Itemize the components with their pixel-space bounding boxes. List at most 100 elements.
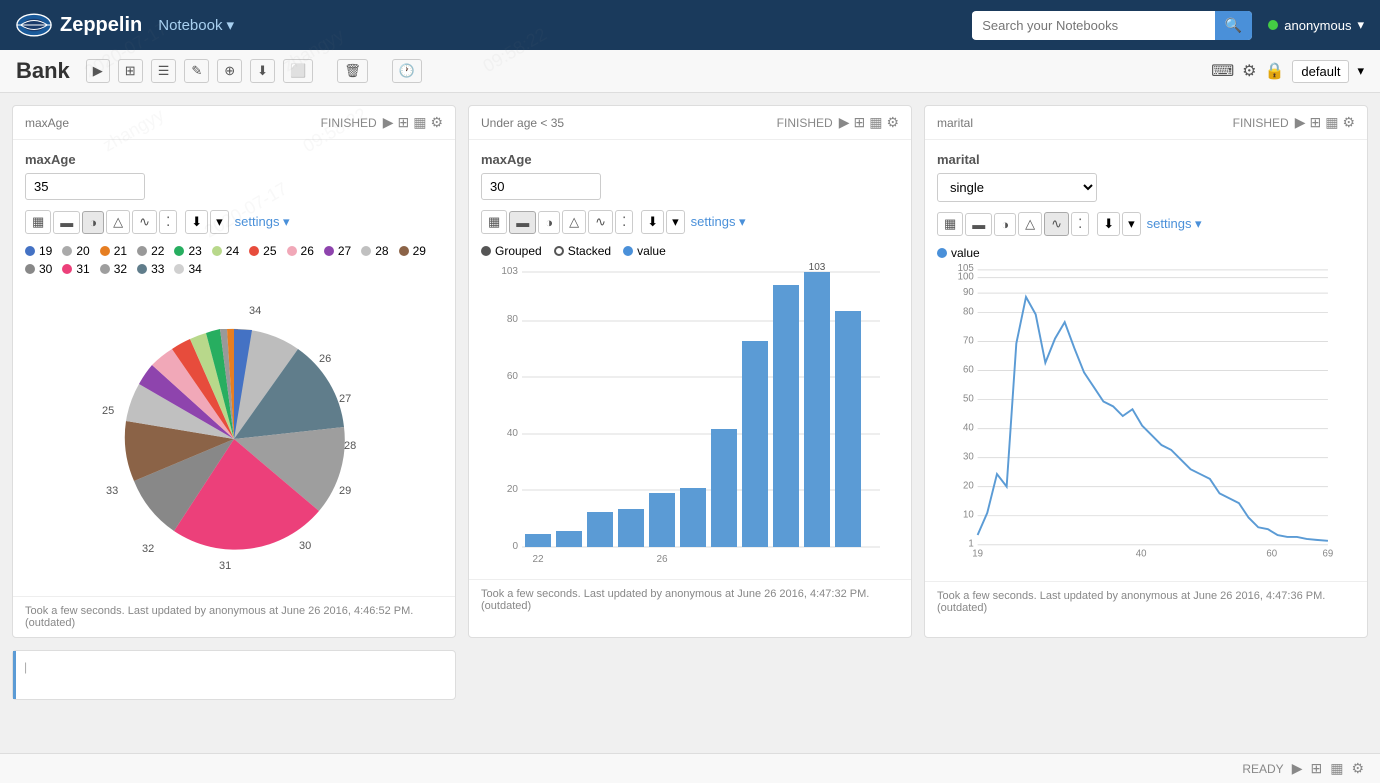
panel1-body: maxAge ▦ ▬ ◑ △ ∿ ⁚ ⬇ ▾ settings ▾ 19 — [13, 140, 455, 596]
show-hide-button[interactable]: ☰ — [151, 59, 177, 83]
panel3-settings[interactable]: ⚙ — [1342, 114, 1355, 131]
run-all-paragraphs-button[interactable]: ⊞ — [118, 59, 143, 83]
ct1-line[interactable]: ∿ — [132, 210, 157, 234]
ct1-bar[interactable]: ▬ — [53, 211, 80, 234]
delete-button[interactable]: 🗑 — [337, 59, 368, 83]
ct1-pie[interactable]: ◑ — [82, 211, 104, 234]
panel2-param-label: maxAge — [481, 152, 899, 167]
status-settings-btn[interactable]: ⚙ — [1351, 760, 1364, 777]
panel2-table-icon[interactable]: ▦ — [869, 114, 882, 131]
status-expand-btn[interactable]: ⊞ — [1310, 760, 1322, 777]
ct3-scatter[interactable]: ⁚ — [1071, 212, 1089, 236]
status-run-btn[interactable]: ▶ — [1292, 760, 1303, 777]
ct3-bar[interactable]: ▬ — [965, 213, 992, 236]
navbar: Zeppelin Notebook ▾ 🔍 anonymous ▾ — [0, 0, 1380, 50]
panel1-param-label: maxAge — [25, 152, 443, 167]
svg-text:26: 26 — [656, 554, 668, 565]
search-button[interactable]: 🔍 — [1215, 11, 1252, 40]
notebook-menu[interactable]: Notebook ▾ — [158, 16, 234, 34]
pie-label-33: 33 — [106, 485, 118, 497]
ct2-pie[interactable]: ◑ — [538, 211, 560, 234]
svg-text:0: 0 — [512, 541, 518, 552]
panel2-param-input[interactable] — [481, 173, 601, 200]
clone-button[interactable]: ⊕ — [217, 59, 242, 83]
ct2-scatter[interactable]: ⁚ — [615, 210, 633, 234]
legend-dot-19 — [25, 246, 35, 256]
ct1-scatter[interactable]: ⁚ — [159, 210, 177, 234]
svg-text:105: 105 — [958, 263, 974, 274]
panel3-table-icon[interactable]: ▦ — [1325, 114, 1338, 131]
ct3-table[interactable]: ▦ — [937, 212, 963, 236]
value3-label: value — [951, 246, 980, 260]
bar-27 — [680, 488, 706, 547]
edit-button[interactable]: ✎ — [184, 59, 209, 83]
panel3-icons: ▶ ⊞ ▦ ⚙ — [1295, 114, 1355, 131]
ct2-table[interactable]: ▦ — [481, 210, 507, 234]
ct3-settings-btn[interactable]: settings ▾ — [1147, 216, 1202, 232]
panel3-run[interactable]: ▶ — [1295, 114, 1306, 131]
ct1-dropdown[interactable]: ▾ — [210, 210, 229, 234]
legend-item-20: 20 — [62, 244, 89, 258]
brand-name: Zeppelin — [60, 14, 142, 37]
ct1-download[interactable]: ⬇ — [185, 210, 208, 234]
user-dropdown-icon: ▾ — [1357, 17, 1364, 33]
legend-stacked: Stacked — [554, 244, 611, 258]
panel1-settings[interactable]: ⚙ — [430, 114, 443, 131]
panel2-expand[interactable]: ⊞ — [853, 114, 865, 131]
ct2-download[interactable]: ⬇ — [641, 210, 664, 234]
panel2-run[interactable]: ▶ — [839, 114, 850, 131]
legend-item-30: 30 — [25, 262, 52, 276]
pie-label-32: 32 — [142, 543, 154, 555]
run-all-button[interactable]: ▶ — [86, 59, 110, 83]
legend-dot-20 — [62, 246, 72, 256]
user-menu[interactable]: anonymous ▾ — [1268, 17, 1364, 33]
panel3-footer: Took a few seconds. Last updated by anon… — [925, 581, 1367, 622]
status-table-btn[interactable]: ▦ — [1330, 760, 1343, 777]
zeppelin-logo — [16, 13, 52, 37]
panel1-expand[interactable]: ⊞ — [397, 114, 409, 131]
ct2-area[interactable]: △ — [562, 210, 586, 234]
legend-dot-29 — [399, 246, 409, 256]
panel2-header: Under age < 35 FINISHED ▶ ⊞ ▦ ⚙ — [469, 106, 911, 140]
panel3-param-select[interactable]: single married divorced — [937, 173, 1097, 202]
default-button[interactable]: default — [1292, 60, 1349, 83]
ct2-dropdown[interactable]: ▾ — [666, 210, 685, 234]
ct3-pie[interactable]: ◑ — [994, 213, 1016, 236]
bar-22 — [525, 534, 551, 547]
ct1-table[interactable]: ▦ — [25, 210, 51, 234]
panel1-param-input[interactable] — [25, 173, 145, 200]
panel3-expand[interactable]: ⊞ — [1309, 114, 1321, 131]
svg-text:70: 70 — [963, 335, 974, 346]
panel2-settings[interactable]: ⚙ — [886, 114, 899, 131]
ct2-bar[interactable]: ▬ — [509, 211, 536, 234]
lock-icon-button[interactable]: 🔒 — [1265, 61, 1285, 81]
ct3-dropdown[interactable]: ▾ — [1122, 212, 1141, 236]
settings-icon-button[interactable]: ⚙ — [1242, 61, 1256, 81]
panel1-table-icon[interactable]: ▦ — [413, 114, 426, 131]
ct3-line[interactable]: ∿ — [1044, 212, 1069, 236]
panel1-run[interactable]: ▶ — [383, 114, 394, 131]
status-text: READY — [1242, 762, 1283, 776]
pie-label-25: 25 — [102, 405, 114, 417]
export-button[interactable]: ⬇ — [250, 59, 275, 83]
value-label: value — [637, 244, 666, 258]
keyboard-icon-button[interactable]: ⌨ — [1211, 61, 1234, 81]
pie-label-30: 30 — [299, 540, 311, 552]
ct3-area[interactable]: △ — [1018, 212, 1042, 236]
bar-31 — [804, 272, 830, 547]
ct1-area[interactable]: △ — [106, 210, 130, 234]
svg-text:60: 60 — [1266, 548, 1277, 559]
ct2-settings-btn[interactable]: settings ▾ — [691, 214, 746, 230]
schedule-button[interactable]: 🕐 — [392, 59, 422, 83]
value-icon — [623, 246, 633, 256]
ct1-settings-btn[interactable]: settings ▾ — [235, 214, 290, 230]
legend-grouped: Grouped — [481, 244, 542, 258]
search-input[interactable] — [972, 12, 1215, 39]
ct3-download[interactable]: ⬇ — [1097, 212, 1120, 236]
legend-item-32: 32 — [100, 262, 127, 276]
panel-maxage-pie: maxAge FINISHED ▶ ⊞ ▦ ⚙ maxAge ▦ ▬ ◑ △ ∿ — [12, 105, 456, 638]
panel-underage-bar: Under age < 35 FINISHED ▶ ⊞ ▦ ⚙ maxAge ▦… — [468, 105, 912, 638]
ct2-line[interactable]: ∿ — [588, 210, 613, 234]
clear-button[interactable]: ⬜ — [283, 59, 313, 83]
svg-text:10: 10 — [963, 510, 974, 521]
